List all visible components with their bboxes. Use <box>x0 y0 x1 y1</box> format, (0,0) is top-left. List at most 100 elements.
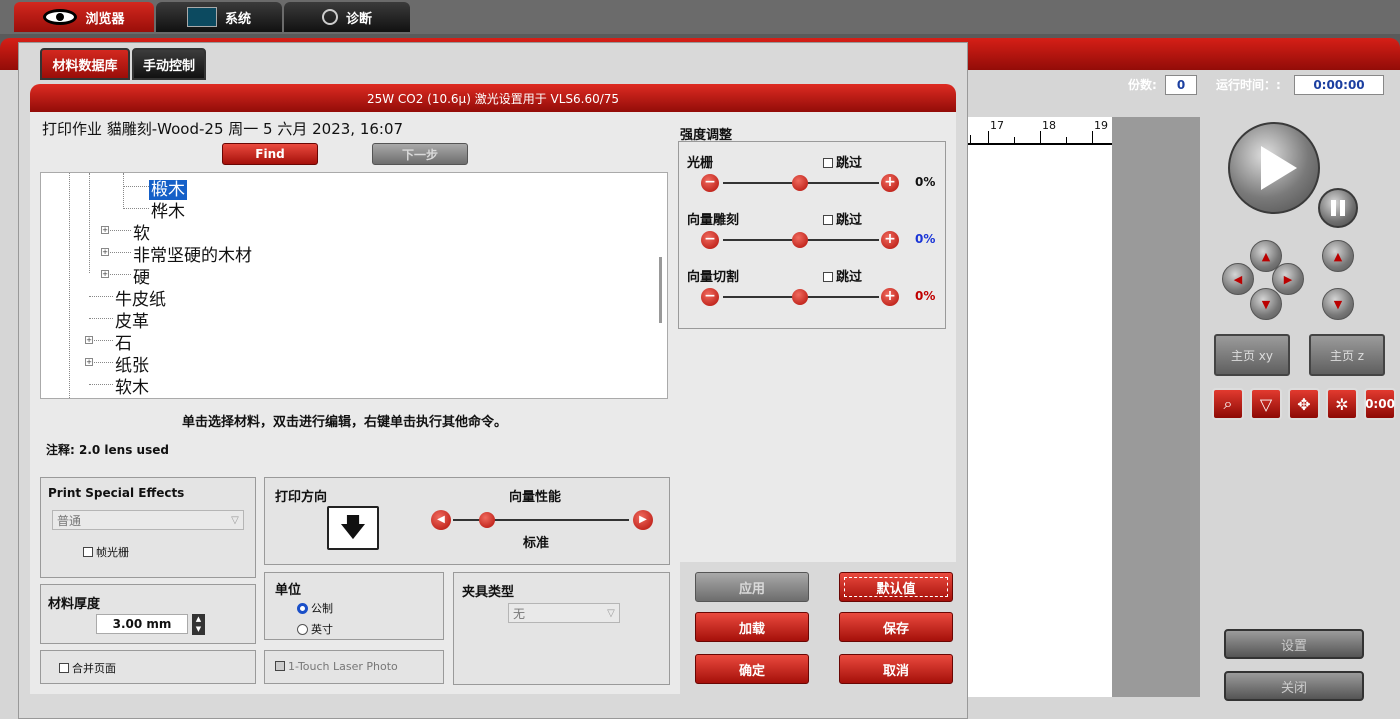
tab-browser[interactable]: 浏览器 <box>14 2 154 32</box>
monitor-icon <box>186 7 217 27</box>
focus-icon: ▽ <box>1259 394 1273 414</box>
pause-button[interactable] <box>1318 188 1358 228</box>
tab-materials-database[interactable]: 材料数据库 <box>40 48 130 80</box>
vector-engrave-decrease-button[interactable]: − <box>701 231 719 249</box>
zoom-button[interactable]: ⌕ <box>1212 388 1244 420</box>
raster-slider-thumb[interactable] <box>792 175 808 191</box>
raster-skip-checkbox[interactable]: 跳过 <box>823 152 862 171</box>
vector-engrave-slider-thumb[interactable] <box>792 232 808 248</box>
move-button[interactable]: ✥ <box>1288 388 1320 420</box>
tree-item-very-hard-wood[interactable]: 非常坚硬的木材 <box>133 241 252 266</box>
fixture-select[interactable]: 无 ▽ <box>508 603 620 623</box>
performance-slider-thumb[interactable] <box>479 512 495 528</box>
thickness-stepper[interactable]: ▲ ▼ <box>192 614 205 635</box>
tree-scrollbar[interactable] <box>659 257 662 323</box>
settings-button[interactable]: 设置 <box>1224 629 1364 659</box>
radio-icon <box>297 623 308 635</box>
tab-diagnostics[interactable]: 诊断 <box>284 2 410 32</box>
play-icon <box>1261 146 1297 190</box>
print-job-title: 打印作业 貓雕刻-Wood-25 周一 5 六月 2023, 16:07 <box>42 120 404 138</box>
find-button[interactable]: Find <box>222 143 318 165</box>
eye-icon <box>43 9 78 25</box>
vector-cut-value: 0% <box>915 289 936 303</box>
canvas-margin <box>1112 117 1200 697</box>
print-canvas[interactable] <box>960 117 1112 697</box>
tab-system[interactable]: 系统 <box>156 2 282 32</box>
print-direction-button[interactable]: 🡇 <box>327 506 379 550</box>
expand-icon[interactable]: + <box>85 336 93 344</box>
move-icon: ✥ <box>1297 394 1311 414</box>
merge-pages-group: 合并页面 <box>40 650 256 684</box>
vector-cut-decrease-button[interactable]: − <box>701 288 719 306</box>
load-button[interactable]: 加载 <box>695 612 809 642</box>
jog-left-button[interactable]: ◀ <box>1222 263 1254 295</box>
home-xy-button[interactable]: 主页 xy <box>1214 334 1290 376</box>
raster-value: 0% <box>915 175 936 189</box>
merge-pages-checkbox[interactable]: 合并页面 <box>59 660 116 676</box>
vector-cut-slider-thumb[interactable] <box>792 289 808 305</box>
tree-hint: 单击选择材料，双击进行编辑，右键单击执行其他命令。 <box>182 415 508 430</box>
home-z-button[interactable]: 主页 z <box>1309 334 1385 376</box>
chevron-down-icon: ▽ <box>607 607 615 619</box>
cancel-button[interactable]: 取消 <box>839 654 953 684</box>
focus-button[interactable]: ▽ <box>1250 388 1282 420</box>
down-arrow-icon: ▼ <box>1261 297 1271 311</box>
timer-button[interactable]: 0:00 <box>1364 388 1396 420</box>
raster-decrease-button[interactable]: − <box>701 174 719 192</box>
runtime-label: 运行时间：: <box>1216 78 1281 92</box>
save-button[interactable]: 保存 <box>839 612 953 642</box>
vector-engrave-skip-checkbox[interactable]: 跳过 <box>823 209 862 228</box>
expand-icon[interactable]: + <box>101 248 109 256</box>
performance-increase-button[interactable]: ▶ <box>633 510 653 530</box>
default-button[interactable]: 默认值 <box>839 572 953 602</box>
right-arrow-icon: ▶ <box>639 514 647 525</box>
pattern-button[interactable]: ✲ <box>1326 388 1358 420</box>
tree-item-birch[interactable]: 桦木 <box>151 197 185 222</box>
next-button[interactable]: 下一步 <box>372 143 468 165</box>
play-button[interactable] <box>1228 122 1320 214</box>
z-down-button[interactable]: ▼ <box>1322 288 1354 320</box>
expand-icon[interactable]: + <box>101 226 109 234</box>
close-button[interactable]: 关闭 <box>1224 671 1364 701</box>
down-arrow-icon: ▼ <box>1333 297 1343 311</box>
ok-button[interactable]: 确定 <box>695 654 809 684</box>
vector-engrave-value: 0% <box>915 232 936 246</box>
performance-value: 标准 <box>523 536 550 551</box>
left-arrow-icon: ◀ <box>1233 272 1243 286</box>
expand-icon[interactable]: + <box>101 270 109 278</box>
jog-right-button[interactable]: ▶ <box>1272 263 1304 295</box>
print-direction-title: 打印方向 <box>275 490 328 505</box>
jog-down-button[interactable]: ▼ <box>1250 288 1282 320</box>
fixture-title: 夹具类型 <box>462 585 515 600</box>
thickness-group: 材料厚度 3.00 mm ▲ ▼ <box>40 584 256 644</box>
runtime-value: 0:00:00 <box>1294 75 1384 95</box>
direction-performance-group: 打印方向 🡇 向量性能 ◀ ▶ 标准 <box>264 477 670 565</box>
copies-value[interactable]: 0 <box>1165 75 1197 95</box>
performance-decrease-button[interactable]: ◀ <box>431 510 451 530</box>
plus-icon: + <box>884 288 896 304</box>
apply-button[interactable]: 应用 <box>695 572 809 602</box>
left-arrow-icon: ◀ <box>437 514 445 525</box>
units-metric-radio[interactable]: 公制 <box>297 600 333 616</box>
tree-item-cork[interactable]: 软木 <box>115 373 149 398</box>
z-up-button[interactable]: ▲ <box>1322 240 1354 272</box>
expand-icon[interactable]: + <box>85 358 93 366</box>
units-inch-radio[interactable]: 英寸 <box>297 621 333 637</box>
tab-manual-control[interactable]: 手动控制 <box>132 48 206 80</box>
vector-cut-increase-button[interactable]: + <box>881 288 899 306</box>
one-touch-checkbox[interactable]: 1-Touch Laser Photo <box>275 660 398 673</box>
raster-label: 光栅 <box>687 156 714 171</box>
special-effects-title: Print Special Effects <box>48 486 185 500</box>
thickness-input[interactable]: 3.00 mm <box>96 614 188 634</box>
material-tree[interactable]: + + + + + 椴木 桦木 软 非常坚硬的木材 硬 牛皮纸 皮革 石 纸张 … <box>40 172 668 399</box>
frame-raster-checkbox[interactable]: 帧光栅 <box>83 544 129 560</box>
raster-increase-button[interactable]: + <box>881 174 899 192</box>
one-touch-group: 1-Touch Laser Photo <box>264 650 444 684</box>
fixture-group: 夹具类型 无 ▽ <box>453 572 670 685</box>
material-note: 注释: 2.0 lens used <box>46 443 169 457</box>
radio-selected-icon <box>297 602 308 614</box>
vector-engrave-increase-button[interactable]: + <box>881 231 899 249</box>
special-effects-select[interactable]: 普通 ▽ <box>52 510 244 530</box>
vector-cut-skip-checkbox[interactable]: 跳过 <box>823 266 862 285</box>
minus-icon: − <box>704 288 716 304</box>
